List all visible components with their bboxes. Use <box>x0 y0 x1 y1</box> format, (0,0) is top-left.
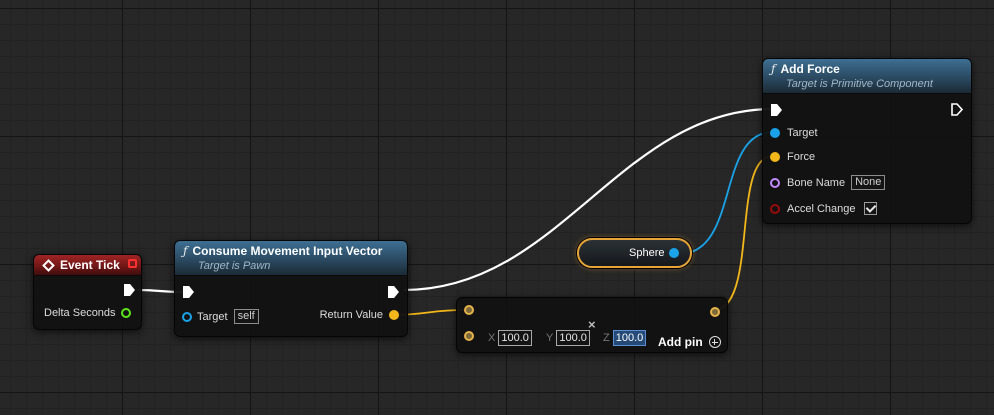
add-force-exec-out-pin[interactable] <box>951 103 963 116</box>
add-force-subtitle: Target is Primitive Component <box>786 78 933 90</box>
add-force-title: Add Force <box>780 62 840 76</box>
make-vector-node[interactable]: × X 100.0 Y 100.0 Z 100.0 Add pin <box>456 297 728 353</box>
event-tick-header[interactable]: Event Tick <box>34 255 141 276</box>
delta-seconds-label: Delta Seconds <box>44 307 116 319</box>
function-icon: ƒ <box>771 62 776 76</box>
consume-target-pin[interactable] <box>182 311 192 322</box>
consume-movement-input-vector-node[interactable]: ƒ Consume Movement Input Vector Target is… <box>174 240 408 337</box>
event-tick-delegate-icon[interactable] <box>128 259 137 268</box>
consume-target-label: Target <box>197 310 228 323</box>
add-pin-plus-icon <box>708 336 721 348</box>
sphere-label: Sphere <box>629 247 665 259</box>
consume-node-title: Consume Movement Input Vector <box>192 244 383 258</box>
make-vector-input-bottom-pin[interactable] <box>464 331 474 341</box>
consume-return-label: Return Value <box>319 309 383 321</box>
consume-target-default[interactable]: self <box>233 309 259 324</box>
add-force-accel-checkbox[interactable] <box>863 202 877 215</box>
event-tick-node[interactable]: Event Tick Delta Seconds <box>33 254 142 330</box>
make-vector-input-top-pin[interactable] <box>464 305 474 315</box>
add-force-header[interactable]: ƒ Add Force Target is Primitive Component <box>763 59 971 94</box>
add-force-accel-pin[interactable] <box>770 203 780 214</box>
add-force-bone-pin[interactable] <box>770 177 780 188</box>
add-pin-label: Add pin <box>658 335 703 349</box>
z-label: Z <box>603 332 610 344</box>
add-force-target-label: Target <box>787 127 818 139</box>
consume-node-header[interactable]: ƒ Consume Movement Input Vector Target is… <box>175 241 407 276</box>
delta-seconds-pin[interactable] <box>120 308 131 318</box>
x-value-field[interactable]: 100.0 <box>498 330 532 346</box>
x-label: X <box>488 332 496 344</box>
y-label: Y <box>546 332 554 344</box>
z-value-field[interactable]: 100.0 <box>612 330 647 346</box>
consume-exec-out-pin[interactable] <box>388 286 399 298</box>
add-force-target-pin[interactable] <box>770 128 780 138</box>
sphere-output-pin[interactable] <box>669 248 679 258</box>
make-vector-output-pin[interactable] <box>710 307 720 317</box>
add-force-accel-label: Accel Change <box>787 202 856 215</box>
add-force-bone-label: Bone Name <box>787 176 846 189</box>
sphere-variable-node[interactable]: Sphere <box>577 238 692 268</box>
event-tick-exec-out-pin[interactable] <box>124 284 135 296</box>
consume-node-subtitle: Target is Pawn <box>198 260 271 272</box>
add-force-bone-default[interactable]: None <box>851 175 886 190</box>
add-pin-button[interactable]: Add pin <box>658 335 721 349</box>
add-force-force-label: Force <box>787 151 816 163</box>
add-force-node[interactable]: ƒ Add Force Target is Primitive Component… <box>762 58 972 224</box>
consume-return-pin[interactable] <box>389 310 399 320</box>
add-force-force-pin[interactable] <box>770 152 780 162</box>
y-value-field[interactable]: 100.0 <box>556 330 590 346</box>
event-tick-title: Event Tick <box>60 258 120 272</box>
add-force-exec-in-pin[interactable] <box>771 104 782 116</box>
object-wire-sphere-to-target <box>678 131 774 255</box>
consume-exec-in-pin[interactable] <box>183 286 194 298</box>
function-icon: ƒ <box>183 244 188 258</box>
event-diamond-icon <box>42 258 55 272</box>
